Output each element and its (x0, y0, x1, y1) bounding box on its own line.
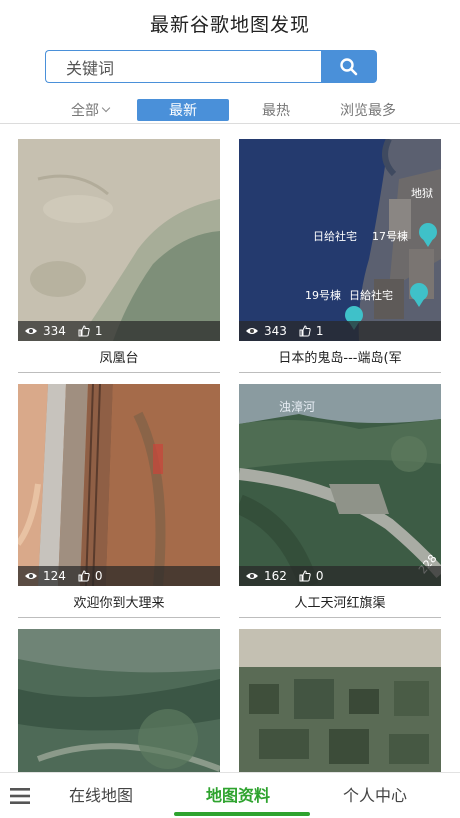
map-card[interactable]: 124 0 欢迎你到大理来 (18, 384, 220, 618)
map-grid: 334 1 凤凰台 地狱 日给社宅 17号棟 19号棟 日給社宅 343 1 日… (0, 124, 460, 772)
search-bar: 关键词 (45, 50, 377, 83)
tab-personal-center-label: 个人中心 (342, 786, 407, 805)
chevron-down-icon (101, 103, 111, 113)
eye-icon (246, 328, 258, 334)
map-card[interactable]: 334 1 凤凰台 (18, 139, 220, 373)
tab-online-map[interactable]: 在线地图 (56, 773, 146, 815)
map-label: 17号棟 (372, 229, 408, 243)
tab-online-map-label: 在线地图 (68, 786, 133, 805)
map-label: 浊漳河 (279, 399, 315, 414)
filter-hottest-label: 最热 (262, 103, 290, 119)
like-count: 1 (94, 324, 103, 338)
search-button[interactable] (321, 50, 377, 83)
satellite-image (18, 629, 220, 772)
thumbs-up-icon (299, 325, 311, 337)
map-label: 19号棟 (305, 288, 341, 302)
satellite-image: 浊漳河 228 (239, 384, 441, 586)
filter-all-label: 全部 (71, 103, 99, 119)
map-thumbnail[interactable]: 地狱 日给社宅 17号棟 19号棟 日給社宅 343 1 (239, 139, 441, 341)
tab-personal-center[interactable]: 个人中心 (330, 773, 420, 815)
view-count: 343 (264, 324, 287, 338)
card-title: 欢迎你到大理来 (18, 586, 220, 618)
map-label: 地狱 (411, 187, 433, 200)
tab-map-resources[interactable]: 地图资料 (192, 773, 284, 815)
satellite-image (18, 139, 220, 341)
thumbs-up-icon (299, 570, 311, 582)
map-thumbnail[interactable]: 124 0 (18, 384, 220, 586)
filter-most-viewed[interactable]: 浏览最多 (330, 99, 406, 121)
map-thumbnail[interactable]: 334 1 (18, 139, 220, 341)
header: 最新谷歌地图发现 (0, 0, 460, 46)
page-title: 最新谷歌地图发现 (149, 13, 310, 36)
satellite-image (18, 384, 220, 586)
like-count: 0 (94, 569, 103, 583)
card-stats: 343 1 (239, 321, 441, 341)
view-count: 124 (43, 569, 66, 583)
map-card[interactable] (239, 629, 441, 772)
filter-newest[interactable]: 最新 (137, 99, 229, 121)
map-thumbnail[interactable]: 浊漳河 228 162 0 (239, 384, 441, 586)
eye-icon (246, 573, 258, 579)
card-title: 日本的鬼岛---端岛(军 (239, 341, 441, 373)
map-card[interactable] (18, 629, 220, 772)
satellite-image (239, 629, 441, 772)
view-count: 334 (43, 324, 66, 338)
view-count: 162 (264, 569, 287, 583)
filter-hottest[interactable]: 最热 (248, 99, 304, 121)
like-count: 0 (315, 569, 324, 583)
satellite-image: 地狱 日给社宅 17号棟 19号棟 日給社宅 (239, 139, 441, 341)
filter-newest-label: 最新 (169, 103, 197, 119)
map-thumbnail[interactable] (18, 629, 220, 772)
eye-icon (25, 573, 37, 579)
tab-map-resources-label: 地图资料 (205, 786, 270, 805)
search-icon (340, 57, 358, 75)
thumbs-up-icon (78, 570, 90, 582)
filter-bar: 全部 最新 最热 浏览最多 (0, 96, 460, 124)
map-label: 日给社宅 (313, 229, 357, 243)
bottom-tab-bar: 在线地图 地图资料 个人中心 (0, 772, 460, 818)
card-stats: 334 1 (18, 321, 220, 341)
map-card[interactable]: 浊漳河 228 162 0 人工天河红旗渠 (239, 384, 441, 618)
filter-most-viewed-label: 浏览最多 (340, 103, 396, 119)
app-page: 最新谷歌地图发现 关键词 全部 最新 最热 浏览最多 334 1 凤凰台 地狱 … (0, 0, 460, 818)
menu-button[interactable] (0, 773, 40, 818)
hamburger-menu-icon (10, 787, 30, 804)
card-title: 凤凰台 (18, 341, 220, 373)
card-stats: 162 0 (239, 566, 441, 586)
card-title: 人工天河红旗渠 (239, 586, 441, 618)
active-tab-indicator (174, 812, 310, 816)
eye-icon (25, 328, 37, 334)
map-thumbnail[interactable] (239, 629, 441, 772)
card-stats: 124 0 (18, 566, 220, 586)
like-count: 1 (315, 324, 324, 338)
map-label: 日給社宅 (349, 288, 393, 302)
search-input[interactable]: 关键词 (45, 50, 321, 83)
filter-all[interactable]: 全部 (62, 99, 118, 121)
map-card[interactable]: 地狱 日给社宅 17号棟 19号棟 日給社宅 343 1 日本的鬼岛---端岛(… (239, 139, 441, 373)
thumbs-up-icon (78, 325, 90, 337)
